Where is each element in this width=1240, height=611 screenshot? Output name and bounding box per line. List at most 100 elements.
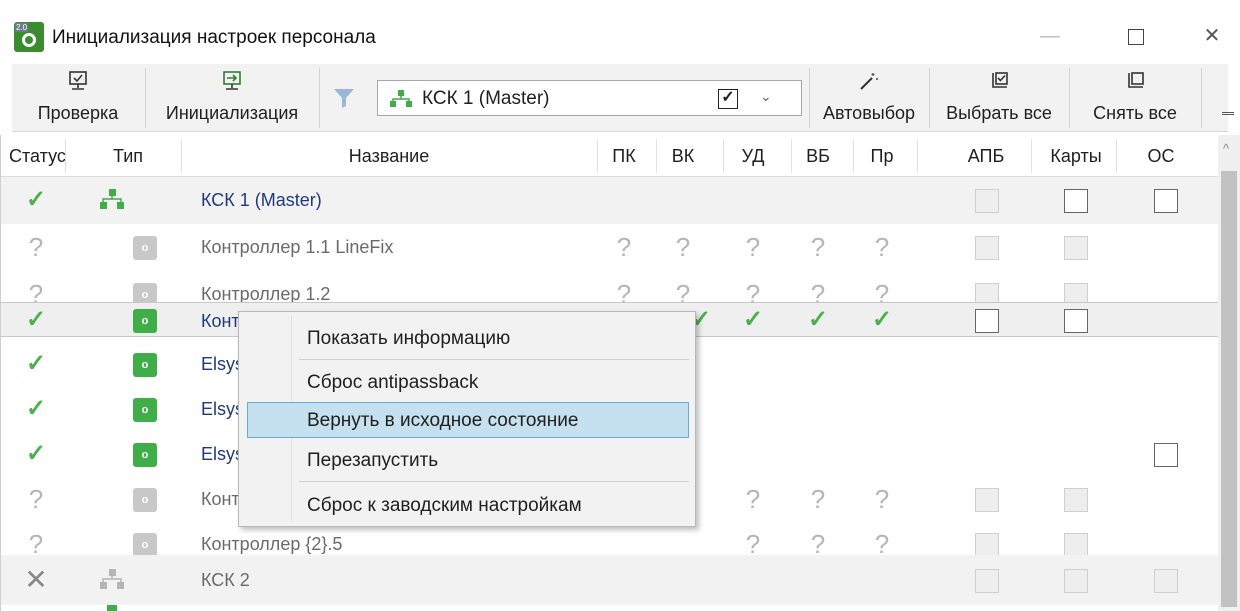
select-all-icon xyxy=(992,72,1008,88)
menu-item-show-info[interactable]: Показать информацию xyxy=(247,320,689,356)
col-type[interactable]: Тип xyxy=(101,146,155,167)
init-button[interactable]: Инициализация xyxy=(146,64,318,132)
status-ok-icon: ✓ xyxy=(25,306,47,333)
maximize-icon xyxy=(1128,29,1144,45)
row-name: Контроллер {2}.5 xyxy=(201,534,343,554)
apb-checkbox xyxy=(975,236,999,260)
network-node-icon xyxy=(100,189,124,209)
vertical-scrollbar[interactable]: ^ xyxy=(1218,135,1240,611)
ud-unknown-icon: ? xyxy=(745,232,761,262)
row-name: Контроллер 1.1 LineFix xyxy=(201,237,394,257)
table-row[interactable]: ✕ КСК 2 xyxy=(1,555,1219,605)
menu-item-label: Сброс antipassback xyxy=(307,372,479,393)
menu-item-label: Сброс к заводским настройкам xyxy=(307,495,582,516)
controller-icon: o xyxy=(133,533,157,557)
status-ok-icon: ✓ xyxy=(25,440,47,467)
os-checkbox[interactable] xyxy=(1154,443,1178,467)
cards-checkbox xyxy=(1064,236,1088,260)
monitor-import-icon xyxy=(223,71,241,90)
controller-icon: o xyxy=(133,443,157,467)
scroll-thumb[interactable] xyxy=(1221,171,1237,607)
menu-item-label: Показать информацию xyxy=(307,328,511,349)
select-all-button[interactable]: Выбрать все xyxy=(930,64,1068,132)
col-os[interactable]: ОС xyxy=(1136,146,1186,167)
toolbar-overflow-icon[interactable] xyxy=(1222,112,1234,115)
controller-icon: o xyxy=(133,398,157,422)
apb-checkbox xyxy=(975,533,999,557)
init-label: Инициализация xyxy=(165,103,299,123)
apb-checkbox xyxy=(975,569,999,593)
status-ok-icon: ✓ xyxy=(25,186,47,213)
apb-checkbox[interactable] xyxy=(975,309,999,333)
vb-unknown-icon: ? xyxy=(810,484,826,514)
ud-ok-icon: ✓ xyxy=(742,306,764,333)
apb-checkbox xyxy=(975,488,999,512)
col-pk[interactable]: ПК xyxy=(599,146,649,167)
filter-icon[interactable] xyxy=(332,86,356,110)
window-title: Инициализация настроек персонала xyxy=(52,27,376,48)
ud-unknown-icon: ? xyxy=(745,484,761,514)
col-pr[interactable]: Пр xyxy=(857,146,907,167)
menu-item-label: Вернуть в исходное состояние xyxy=(307,410,579,431)
controller-icon: o xyxy=(133,309,157,333)
col-apb[interactable]: АПБ xyxy=(956,146,1016,167)
vk-unknown-icon: ? xyxy=(675,232,691,262)
device-selector-checkbox[interactable]: ✓ xyxy=(718,89,738,109)
controller-icon: o xyxy=(133,353,157,377)
vb-ok-icon: ✓ xyxy=(807,306,829,333)
row-name: КСК 1 (Master) xyxy=(201,190,322,210)
minimize-button[interactable]: — xyxy=(1030,22,1070,52)
select-all-label: Выбрать все xyxy=(946,103,1052,123)
app-icon-badge: 2.0 xyxy=(15,23,29,32)
col-ud[interactable]: УД xyxy=(728,146,778,167)
status-ok-icon: ✓ xyxy=(25,395,47,422)
check-button[interactable]: Проверка xyxy=(12,64,144,132)
status-unknown-icon: ? xyxy=(28,232,44,262)
deselect-all-button[interactable]: Снять все xyxy=(1070,64,1200,132)
row-name: КСК 2 xyxy=(201,570,250,590)
chevron-down-icon[interactable]: ⌄ xyxy=(760,88,772,105)
pr-unknown-icon: ? xyxy=(874,484,890,514)
check-label: Проверка xyxy=(37,103,119,123)
table-header: Статус Тип Название ПК ВК УД ВБ Пр АПБ К… xyxy=(1,135,1219,177)
menu-item-reset-antipassback[interactable]: Сброс antipassback xyxy=(247,364,689,400)
maximize-button[interactable] xyxy=(1116,22,1156,52)
row-name: Конт xyxy=(201,489,240,509)
col-status[interactable]: Статус xyxy=(9,146,66,167)
autoselect-button[interactable]: Автовыбор xyxy=(810,64,928,132)
menu-item-restore-initial[interactable]: Вернуть в исходное состояние xyxy=(247,402,689,438)
autoselect-label: Автовыбор xyxy=(822,103,916,123)
close-button[interactable]: ✕ xyxy=(1192,22,1232,52)
app-icon: 2.0 xyxy=(14,22,44,52)
cards-checkbox[interactable] xyxy=(1064,189,1088,213)
scroll-up-icon[interactable]: ^ xyxy=(1223,141,1229,156)
cards-checkbox[interactable] xyxy=(1064,309,1088,333)
col-name[interactable]: Название xyxy=(183,146,595,167)
context-menu: Показать информацию Сброс antipassback В… xyxy=(238,311,696,527)
network-node-icon xyxy=(100,569,124,589)
controller-icon: o xyxy=(133,488,157,512)
apb-checkbox xyxy=(975,189,999,213)
status-error-icon: ✕ xyxy=(24,564,48,595)
row-name: Конт xyxy=(201,311,240,331)
os-checkbox xyxy=(1154,569,1178,593)
network-node-icon xyxy=(390,90,412,107)
monitor-check-icon xyxy=(69,71,87,90)
col-vb[interactable]: ВБ xyxy=(793,146,843,167)
col-cards[interactable]: Карты xyxy=(1041,146,1111,167)
col-vk[interactable]: ВК xyxy=(658,146,708,167)
pk-unknown-icon: ? xyxy=(616,232,632,262)
table-row[interactable]: ? o Контроллер 1.1 LineFix ? ? ? ? ? xyxy=(1,224,1219,271)
vb-unknown-icon: ? xyxy=(810,232,826,262)
device-selector-text: КСК 1 (Master) xyxy=(422,88,550,109)
menu-item-factory-reset[interactable]: Сброс к заводским настройкам xyxy=(247,487,689,523)
magic-wand-icon xyxy=(860,73,878,90)
deselect-all-label: Снять все xyxy=(1093,103,1177,123)
device-selector[interactable]: КСК 1 (Master) ✓ ⌄ xyxy=(377,80,802,116)
toolbar: Проверка Инициализация КСК 1 (Master) ✓ … xyxy=(12,64,1228,132)
table-row[interactable]: ✓ КСК 1 (Master) xyxy=(1,177,1219,224)
status-unknown-icon: ? xyxy=(28,484,44,514)
menu-item-restart[interactable]: Перезапустить xyxy=(247,442,689,478)
os-checkbox[interactable] xyxy=(1154,189,1178,213)
pr-unknown-icon: ? xyxy=(874,232,890,262)
